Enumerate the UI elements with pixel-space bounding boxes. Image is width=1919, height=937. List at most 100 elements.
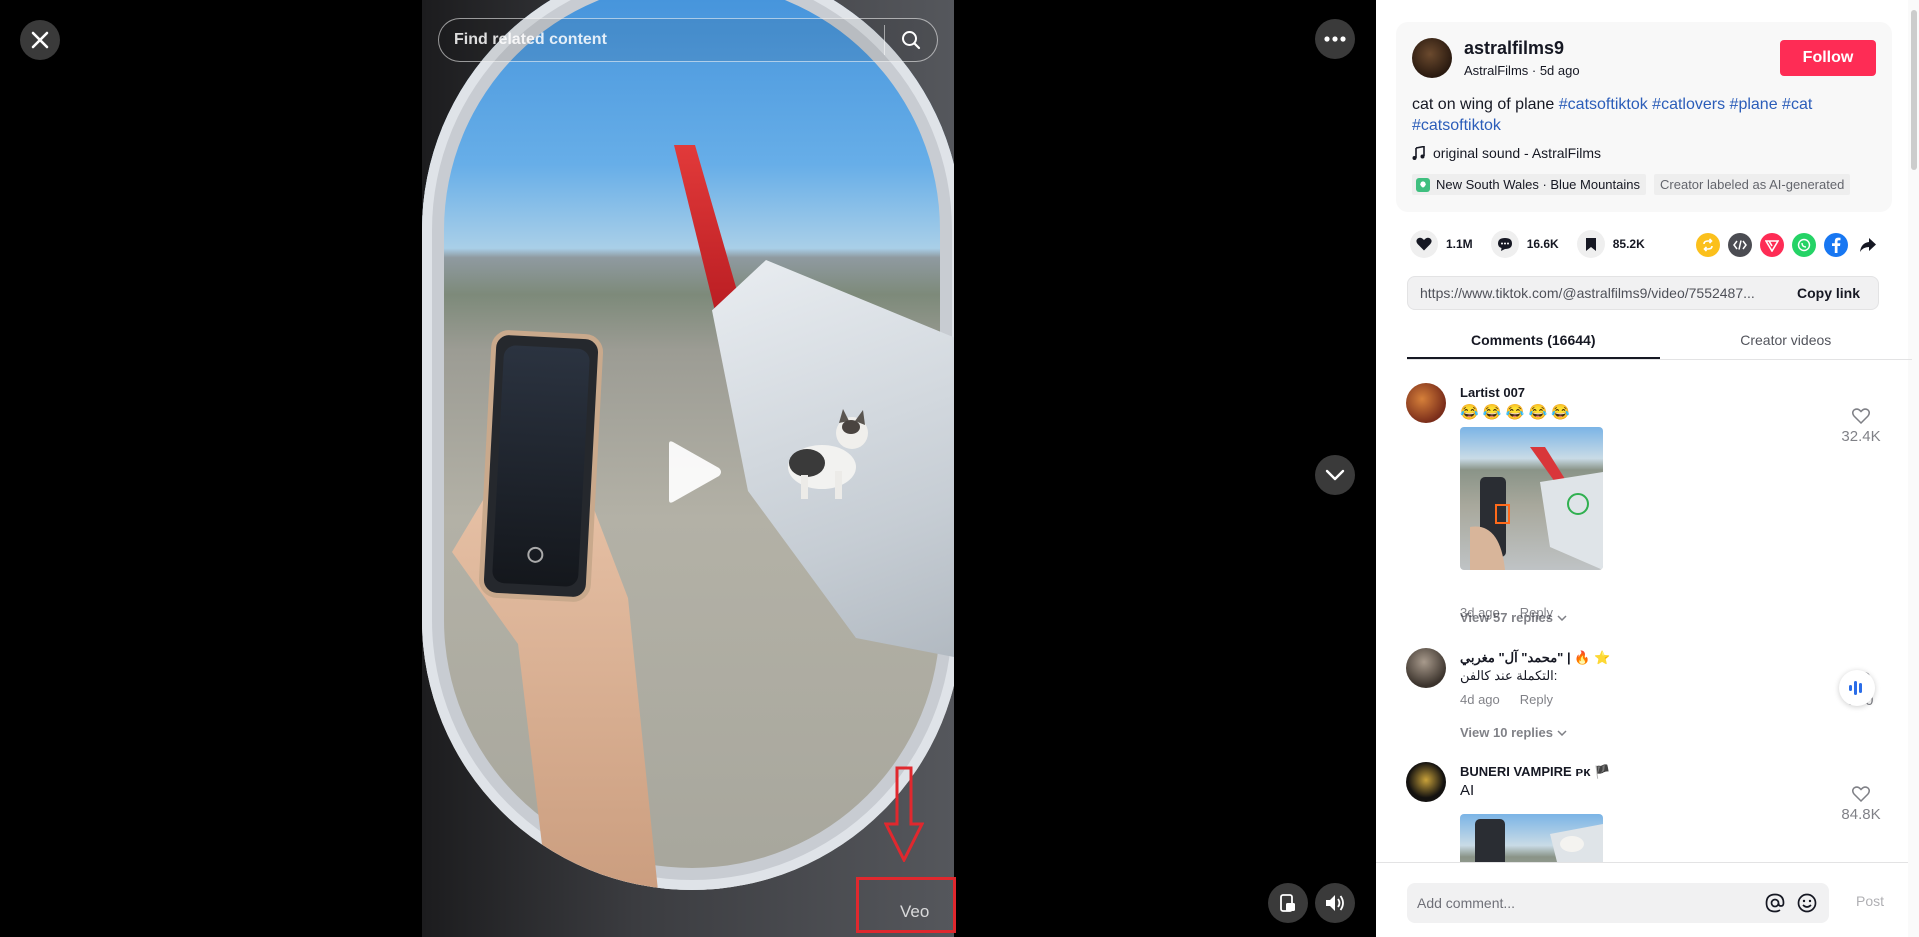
heart-outline-icon xyxy=(1852,786,1870,803)
caption-text: cat on wing of plane xyxy=(1412,96,1555,113)
heart-icon xyxy=(1416,237,1432,251)
facebook-icon[interactable] xyxy=(1824,233,1848,257)
video-stage: Find related content Veo xyxy=(0,0,1376,937)
save-button[interactable] xyxy=(1576,230,1605,258)
commenter-name[interactable]: محمد" آل" مغربي" | 🔥 ⭐ xyxy=(1460,650,1610,666)
share-arrow-icon[interactable] xyxy=(1856,233,1880,257)
chevron-down-icon xyxy=(1325,469,1345,481)
whatsapp-icon[interactable] xyxy=(1792,233,1816,257)
comment-image[interactable] xyxy=(1460,814,1603,862)
tab-creator-videos[interactable]: Creator videos xyxy=(1660,322,1913,359)
comment-bubble-icon xyxy=(1497,237,1512,251)
scrollbar-thumb[interactable] xyxy=(1911,10,1917,170)
video-url[interactable]: https://www.tiktok.com/@astralfilms9/vid… xyxy=(1408,285,1779,301)
view-replies-label: View 57 replies xyxy=(1460,610,1553,625)
more-options-button[interactable] xyxy=(1315,19,1355,59)
search-button[interactable] xyxy=(885,18,937,62)
comment-like[interactable]: 32.4K xyxy=(1836,408,1886,445)
comment-stat[interactable]: 16.6K xyxy=(1490,230,1559,258)
chevron-down-icon xyxy=(1557,729,1567,736)
comment-text: 😂 😂 😂 😂 😂 xyxy=(1460,404,1571,421)
follow-button[interactable]: Follow xyxy=(1780,40,1876,76)
heart-outline-icon xyxy=(1852,408,1870,425)
comment-item: محمد" آل" مغربي" | 🔥 ⭐ التكملة عند كالفن… xyxy=(1406,648,1876,718)
related-search-bar[interactable]: Find related content xyxy=(438,18,938,62)
play-icon[interactable] xyxy=(663,440,723,504)
comment-item: BUNERI VAMPIRE ᴘᴋ 🏴 AI xyxy=(1406,762,1876,862)
comment-text: التكملة عند كالفن: xyxy=(1460,668,1558,683)
comment-like-count: 84.8K xyxy=(1841,806,1881,823)
next-video-button[interactable] xyxy=(1315,455,1355,495)
search-icon xyxy=(902,31,921,50)
comment-like[interactable]: 84.8K xyxy=(1836,786,1886,823)
ai-generated-label: Creator labeled as AI-generated xyxy=(1654,174,1851,195)
video-link-box: https://www.tiktok.com/@astralfilms9/vid… xyxy=(1407,276,1879,310)
hashtag-link[interactable]: #catlovers xyxy=(1652,96,1725,113)
location-chip[interactable]: New South Wales · Blue Mountains xyxy=(1412,174,1647,195)
send-icon[interactable] xyxy=(1760,233,1784,257)
emoji-icon[interactable] xyxy=(1797,893,1817,913)
commenter-name[interactable]: BUNERI VAMPIRE ᴘᴋ 🏴 xyxy=(1460,764,1610,780)
video-player[interactable]: Find related content xyxy=(422,0,954,937)
comment-meta: 4d ago Reply xyxy=(1460,692,1553,707)
commenter-avatar[interactable] xyxy=(1406,648,1446,688)
close-icon xyxy=(31,31,49,49)
view-replies-button[interactable]: View 57 replies xyxy=(1460,610,1567,625)
audio-assistant-button[interactable] xyxy=(1839,670,1875,706)
tab-comments[interactable]: Comments (16644) xyxy=(1407,322,1660,359)
commenter-avatar[interactable] xyxy=(1406,383,1446,423)
hashtag-link[interactable]: #cat xyxy=(1782,96,1812,113)
hashtag-link[interactable]: #plane xyxy=(1730,96,1778,113)
mention-icon[interactable] xyxy=(1765,893,1785,913)
annotation-arrow-icon xyxy=(884,766,924,862)
sound-link[interactable]: original sound - AstralFilms xyxy=(1412,145,1601,161)
comment-input-placeholder[interactable]: Add comment... xyxy=(1407,895,1765,911)
comments-list: Lartist 007 😂 😂 😂 😂 😂 3d ago Reply View … xyxy=(1376,362,1908,862)
repost-icon[interactable] xyxy=(1696,233,1720,257)
close-button[interactable] xyxy=(20,20,60,60)
wing-tip xyxy=(674,145,744,315)
author-avatar[interactable] xyxy=(1412,38,1452,78)
save-stat[interactable]: 85.2K xyxy=(1576,230,1645,258)
share-icons-row xyxy=(1696,233,1880,257)
save-count: 85.2K xyxy=(1612,237,1645,251)
like-count: 1.1M xyxy=(1446,237,1473,251)
tiktok-video-detail: Find related content Veo astralfilms9 As… xyxy=(0,0,1919,937)
copy-link-button[interactable]: Copy link xyxy=(1779,285,1878,301)
comment-button[interactable] xyxy=(1490,230,1519,258)
picture-in-picture-icon xyxy=(1280,894,1295,912)
reply-button[interactable]: Reply xyxy=(1520,692,1553,707)
video-meta-row: New South Wales · Blue Mountains Creator… xyxy=(1412,174,1851,195)
paper-plane-glyph xyxy=(1765,240,1779,252)
video-caption: cat on wing of plane #catsoftiktok #catl… xyxy=(1412,94,1872,136)
facebook-glyph xyxy=(1832,237,1841,253)
volume-button[interactable] xyxy=(1315,883,1355,923)
like-button[interactable] xyxy=(1410,230,1438,258)
bookmark-icon xyxy=(1585,237,1596,251)
location-label: New South Wales · Blue Mountains xyxy=(1436,177,1641,192)
more-horizontal-icon xyxy=(1324,36,1346,42)
panel-tabs: Comments (16644) Creator videos xyxy=(1407,322,1912,360)
comment-input[interactable]: Add comment... xyxy=(1407,883,1829,923)
engagement-stats: 1.1M 16.6K 85.2K xyxy=(1410,230,1663,258)
hashtag-link[interactable]: #catsoftiktok xyxy=(1412,117,1501,134)
location-pin-icon xyxy=(1416,177,1430,192)
search-input[interactable]: Find related content xyxy=(439,31,884,49)
commenter-name[interactable]: Lartist 007 xyxy=(1460,385,1525,400)
comment-count: 16.6K xyxy=(1526,237,1559,251)
music-note-icon xyxy=(1412,146,1425,160)
code-glyph xyxy=(1733,240,1747,250)
repost-glyph xyxy=(1703,238,1713,252)
author-username[interactable]: astralfilms9 xyxy=(1464,38,1564,59)
comment-text: AI xyxy=(1460,782,1475,799)
comment-image-content xyxy=(1470,447,1603,570)
view-replies-button[interactable]: View 10 replies xyxy=(1460,725,1567,740)
like-stat[interactable]: 1.1M xyxy=(1410,230,1473,258)
floating-player-button[interactable] xyxy=(1268,883,1308,923)
hashtag-link[interactable]: #catsoftiktok xyxy=(1559,96,1648,113)
comment-image[interactable] xyxy=(1460,427,1603,570)
post-comment-button[interactable]: Post xyxy=(1856,893,1884,909)
embed-icon[interactable] xyxy=(1728,233,1752,257)
volume-icon xyxy=(1326,895,1344,911)
commenter-avatar[interactable] xyxy=(1406,762,1446,802)
